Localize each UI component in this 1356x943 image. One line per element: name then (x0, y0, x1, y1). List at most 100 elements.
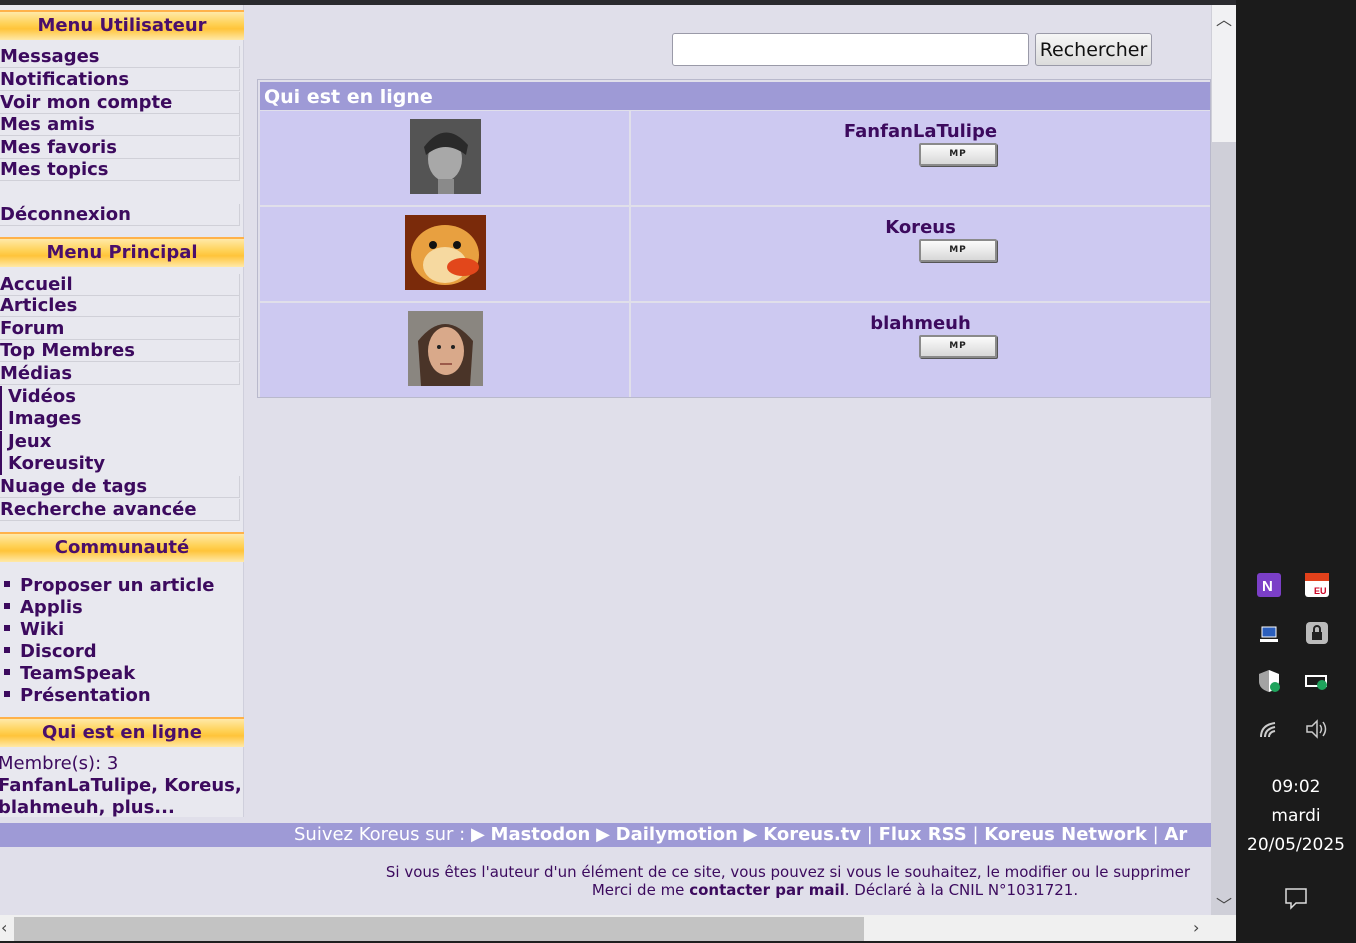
menu-item-images[interactable]: Images (0, 408, 240, 430)
search-button[interactable]: Rechercher (1035, 33, 1152, 66)
menu-item-topics[interactable]: Mes topics (0, 159, 240, 181)
scroll-left-icon[interactable]: ‹ (1, 918, 7, 937)
bullet-icon (4, 625, 10, 631)
arrow-icon: ▶ (470, 824, 485, 845)
footer-notice: Si vous êtes l'auteur d'un élément de ce… (0, 863, 1190, 899)
menu-item-advanced-search[interactable]: Recherche avancée (0, 499, 240, 521)
link-koreus-network[interactable]: Koreus Network (984, 824, 1147, 845)
bullet-icon (4, 691, 10, 697)
menu-item-friends[interactable]: Mes amis (0, 114, 240, 136)
user-cell: Koreus MP (631, 207, 1210, 301)
notification-icon[interactable] (1284, 886, 1308, 910)
menu-item-tag-cloud[interactable]: Nuage de tags (0, 476, 240, 498)
table-row: FanfanLaTulipe MP (260, 111, 1210, 205)
separator: | (866, 824, 873, 845)
online-side-header: Qui est en ligne (0, 717, 244, 747)
clock-date[interactable]: 20/05/2025 (1236, 835, 1356, 855)
left-sidebar: Menu Utilisateur Messages Notifications … (0, 5, 244, 819)
separator: | (972, 824, 979, 845)
community-item-label: Wiki (20, 619, 65, 640)
lock-icon[interactable] (1305, 621, 1329, 645)
footer-line2-text: Merci de me (591, 881, 690, 899)
community-item-label: Proposer un article (20, 575, 215, 596)
link-dailymotion[interactable]: Dailymotion (616, 824, 738, 845)
link-koreus-tv[interactable]: Koreus.tv (763, 824, 861, 845)
online-names-line2[interactable]: blahmeuh, plus... (0, 797, 175, 819)
menu-item-top-members[interactable]: Top Membres (0, 340, 240, 362)
follow-bar: Suivez Koreus sur : ▶ Mastodon ▶ Dailymo… (0, 823, 1211, 847)
main-menu-header: Menu Principal (0, 237, 244, 267)
horizontal-scroll-thumb[interactable] (14, 917, 864, 941)
community-item-label: Discord (20, 641, 97, 662)
defender-shield-icon[interactable] (1257, 669, 1281, 693)
avatar[interactable] (405, 215, 486, 290)
table-row: blahmeuh MP (260, 303, 1210, 397)
clock-day[interactable]: mardi (1236, 806, 1356, 826)
menu-item-videos[interactable]: Vidéos (0, 386, 240, 408)
svg-text:EU: EU (1314, 586, 1327, 596)
username-link[interactable]: blahmeuh (631, 313, 1210, 334)
private-message-button[interactable]: MP (919, 239, 997, 262)
footer-line2-text: . Déclaré à la CNIL N°1031721. (844, 881, 1079, 899)
community-item-label: TeamSpeak (20, 663, 136, 684)
contact-mail-link[interactable]: contacter par mail (689, 881, 845, 899)
menu-item-account[interactable]: Voir mon compte (0, 92, 240, 114)
menu-item-koreusity[interactable]: Koreusity (0, 453, 240, 475)
avatar[interactable] (410, 119, 481, 194)
menu-item-articles[interactable]: Articles (0, 295, 240, 317)
online-names-line1[interactable]: FanfanLaTulipe, Koreus, (0, 775, 242, 797)
user-cell: blahmeuh MP (631, 303, 1210, 397)
private-message-button[interactable]: MP (919, 335, 997, 358)
network-drive-icon[interactable] (1257, 621, 1281, 645)
separator: | (1152, 824, 1159, 845)
menu-item-games[interactable]: Jeux (0, 431, 240, 453)
table-row: Koreus MP (260, 207, 1210, 301)
scroll-down-icon[interactable]: ﹀ (1216, 892, 1232, 916)
user-menu-header: Menu Utilisateur (0, 10, 244, 40)
scroll-right-icon[interactable]: › (1193, 918, 1199, 937)
search-input[interactable] (672, 33, 1029, 66)
link-truncated[interactable]: Ar (1164, 824, 1187, 845)
bullet-icon (4, 581, 10, 587)
community-item-discord[interactable]: Discord (4, 641, 97, 663)
footer-line1: Si vous êtes l'auteur d'un élément de ce… (385, 863, 1190, 881)
link-mastodon[interactable]: Mastodon (491, 824, 591, 845)
bullet-icon (4, 647, 10, 653)
community-item-presentation[interactable]: Présentation (4, 685, 151, 707)
wifi-icon[interactable] (1257, 717, 1281, 741)
community-item-label: Applis (20, 597, 83, 618)
onenote-icon[interactable]: N (1257, 573, 1281, 597)
clock-time[interactable]: 09:02 (1236, 777, 1356, 797)
menu-item-notifications[interactable]: Notifications (0, 69, 240, 91)
svg-text:N: N (1262, 578, 1273, 595)
username-link[interactable]: FanfanLaTulipe (631, 121, 1210, 142)
arrow-icon: ▶ (743, 824, 758, 845)
taskbar (1236, 0, 1356, 943)
community-header: Communauté (0, 532, 244, 562)
community-item-apps[interactable]: Applis (4, 597, 83, 619)
community-item-propose-article[interactable]: Proposer un article (4, 575, 215, 597)
arrow-icon: ▶ (596, 824, 610, 845)
menu-item-forum[interactable]: Forum (0, 318, 240, 340)
logout-link[interactable]: Déconnexion (0, 204, 240, 226)
menu-item-favorites[interactable]: Mes favoris (0, 137, 240, 159)
avatar-cell (260, 303, 629, 397)
follow-prefix: Suivez Koreus sur : (294, 824, 466, 845)
online-users-panel: Qui est en ligne FanfanLaTulipe MP Koreu… (257, 79, 1211, 398)
community-item-teamspeak[interactable]: TeamSpeak (4, 663, 135, 685)
bullet-icon (4, 669, 10, 675)
calendar-eu-icon[interactable]: EU (1305, 573, 1329, 597)
avatar-cell (260, 111, 629, 205)
link-rss[interactable]: Flux RSS (879, 824, 967, 845)
community-item-wiki[interactable]: Wiki (4, 619, 64, 641)
menu-item-media[interactable]: Médias (0, 363, 240, 385)
scroll-up-icon[interactable]: ︿ (1216, 6, 1232, 30)
volume-icon[interactable] (1305, 717, 1329, 741)
private-message-button[interactable]: MP (919, 143, 997, 166)
menu-item-home[interactable]: Accueil (0, 274, 240, 296)
battery-icon[interactable] (1305, 669, 1329, 693)
user-cell: FanfanLaTulipe MP (631, 111, 1210, 205)
menu-item-messages[interactable]: Messages (0, 46, 240, 68)
username-link[interactable]: Koreus (631, 217, 1210, 238)
avatar[interactable] (408, 311, 483, 386)
